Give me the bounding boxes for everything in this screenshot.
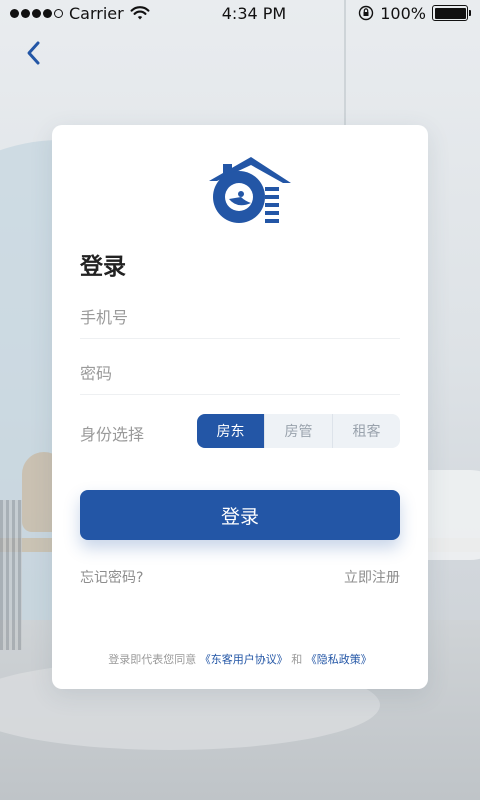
register-link[interactable]: 立即注册 bbox=[344, 567, 400, 587]
agreement-prefix: 登录即代表您同意 bbox=[108, 653, 197, 666]
agreement-and: 和 bbox=[291, 653, 303, 666]
status-left: Carrier bbox=[10, 4, 150, 23]
status-right: 100% bbox=[358, 3, 471, 23]
chevron-left-icon[interactable] bbox=[22, 40, 48, 66]
login-card: 登录 身份选择 房东 房管 租客 登录 忘记密码? 立即注册 登录即代表您同意 … bbox=[52, 125, 428, 689]
role-segmented-control: 房东 房管 租客 bbox=[197, 414, 400, 448]
agreement-text: 登录即代表您同意 《东客用户协议》 和 《隐私政策》 bbox=[52, 651, 428, 667]
page-title: 登录 bbox=[80, 254, 126, 280]
role-option-tenant[interactable]: 租客 bbox=[332, 414, 400, 448]
background-blanket bbox=[0, 500, 22, 650]
password-input[interactable] bbox=[80, 364, 400, 383]
orientation-lock-icon bbox=[359, 5, 374, 21]
role-option-manager[interactable]: 房管 bbox=[264, 414, 332, 448]
role-option-landlord[interactable]: 房东 bbox=[197, 414, 264, 448]
login-button[interactable]: 登录 bbox=[80, 490, 400, 540]
password-field bbox=[80, 353, 400, 395]
battery-icon bbox=[432, 5, 471, 21]
signal-dots-icon bbox=[10, 8, 63, 18]
status-time: 4:34 PM bbox=[221, 3, 287, 23]
battery-percent: 100% bbox=[380, 3, 426, 23]
house-bird-logo-icon bbox=[209, 157, 291, 223]
auth-links: 忘记密码? 立即注册 bbox=[80, 567, 400, 587]
user-agreement-link[interactable]: 《东客用户协议》 bbox=[200, 653, 288, 666]
forgot-password-link[interactable]: 忘记密码? bbox=[80, 567, 143, 587]
status-bar: Carrier 4:34 PM 100% bbox=[0, 0, 480, 26]
phone-field bbox=[80, 297, 400, 339]
wifi-icon bbox=[130, 6, 150, 20]
role-label: 身份选择 bbox=[80, 425, 145, 444]
phone-input[interactable] bbox=[80, 308, 400, 327]
carrier-label: Carrier bbox=[69, 3, 124, 23]
privacy-policy-link[interactable]: 《隐私政策》 bbox=[306, 653, 372, 666]
